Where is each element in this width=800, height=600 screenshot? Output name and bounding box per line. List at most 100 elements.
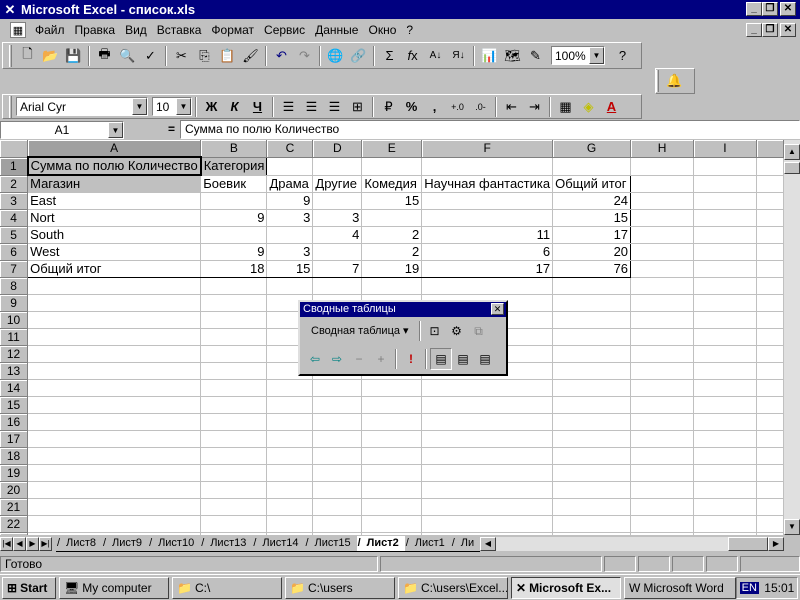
cell[interactable] xyxy=(200,345,268,363)
cell[interactable] xyxy=(756,294,784,312)
taskbar-item[interactable]: 📁 C:\users xyxy=(285,576,395,599)
cell[interactable] xyxy=(200,226,268,244)
cell[interactable] xyxy=(552,396,632,414)
merge-center-icon[interactable]: ⊞ xyxy=(346,96,369,118)
cell[interactable] xyxy=(552,413,632,431)
cell[interactable] xyxy=(630,498,695,516)
cell[interactable] xyxy=(693,362,757,380)
row-header[interactable]: 5 xyxy=(0,226,29,244)
cell[interactable]: 3 xyxy=(266,209,314,227)
cell[interactable] xyxy=(266,515,314,533)
doc-close-button[interactable]: ✕ xyxy=(780,23,796,37)
menu-insert[interactable]: Вставка xyxy=(152,23,207,37)
zoom-select[interactable]: 100% ▼ xyxy=(551,46,605,65)
cell[interactable] xyxy=(630,515,695,533)
cell[interactable] xyxy=(312,430,363,448)
row-header[interactable]: 1 xyxy=(0,157,29,176)
cell[interactable] xyxy=(552,345,632,363)
row-header[interactable]: 16 xyxy=(0,413,29,431)
cell[interactable]: 18 xyxy=(200,260,268,278)
cell[interactable] xyxy=(756,498,784,516)
sheet-tab[interactable]: Лист15 xyxy=(304,536,357,552)
cell[interactable] xyxy=(361,464,423,482)
cell[interactable] xyxy=(552,430,632,448)
cell[interactable] xyxy=(421,430,554,448)
cell[interactable] xyxy=(200,464,268,482)
cell[interactable] xyxy=(630,243,695,261)
cell[interactable] xyxy=(361,277,423,295)
pivot-wizard-icon[interactable]: ⊡ xyxy=(424,320,446,342)
cell[interactable]: Магазин xyxy=(27,174,202,193)
cell[interactable] xyxy=(630,209,695,227)
column-header[interactable]: E xyxy=(361,140,423,158)
percent-button[interactable]: % xyxy=(400,96,423,118)
cell[interactable] xyxy=(266,277,314,295)
spelling-icon[interactable]: ✓ xyxy=(139,45,162,67)
font-select[interactable]: Arial Cyr ▼ xyxy=(16,97,148,116)
cell[interactable] xyxy=(421,157,554,176)
cell[interactable] xyxy=(630,328,695,346)
cell[interactable] xyxy=(756,345,784,363)
paste-icon[interactable]: 📋 xyxy=(216,45,239,67)
hyperlink-icon[interactable]: 🔗 xyxy=(347,45,370,67)
decrease-indent-icon[interactable]: ⇤ xyxy=(500,96,523,118)
column-header[interactable]: C xyxy=(266,140,314,158)
cell[interactable] xyxy=(693,464,757,482)
cell[interactable] xyxy=(361,379,423,397)
bell-icon[interactable]: 🔔 xyxy=(663,70,686,92)
next-sheet-icon[interactable]: ▶ xyxy=(26,537,39,551)
cell[interactable] xyxy=(756,362,784,380)
scroll-down-icon[interactable]: ▼ xyxy=(784,519,800,535)
cell[interactable] xyxy=(630,430,695,448)
cell[interactable] xyxy=(27,464,202,482)
menu-tools[interactable]: Сервис xyxy=(259,23,310,37)
menu-data[interactable]: Данные xyxy=(310,23,363,37)
cell[interactable]: 11 xyxy=(421,226,554,244)
cell[interactable] xyxy=(27,379,202,397)
undo-icon[interactable]: ↶ xyxy=(270,45,293,67)
cell[interactable] xyxy=(756,481,784,499)
toolbar-grip[interactable] xyxy=(656,70,659,92)
cell[interactable] xyxy=(312,157,363,176)
cell[interactable] xyxy=(552,157,632,176)
column-header[interactable]: H xyxy=(630,140,695,158)
cell[interactable]: 3 xyxy=(312,209,363,227)
minimize-button[interactable]: _ xyxy=(746,2,762,16)
cell[interactable] xyxy=(361,481,423,499)
cell[interactable] xyxy=(361,413,423,431)
cell[interactable] xyxy=(266,157,314,176)
redo-icon[interactable]: ↷ xyxy=(293,45,316,67)
cell[interactable] xyxy=(756,447,784,465)
bold-button[interactable]: Ж xyxy=(200,96,223,118)
language-indicator[interactable]: EN xyxy=(739,582,759,594)
row-header[interactable]: 18 xyxy=(0,447,29,465)
cell[interactable] xyxy=(756,192,784,210)
sheet-tab[interactable]: Лист9 xyxy=(102,536,149,552)
cell[interactable]: 2 xyxy=(361,226,423,244)
cell[interactable] xyxy=(312,515,363,533)
row-header[interactable]: 11 xyxy=(0,328,29,346)
row-header[interactable]: 15 xyxy=(0,396,29,414)
cell[interactable] xyxy=(27,498,202,516)
cell[interactable] xyxy=(630,311,695,329)
cut-icon[interactable]: ✂ xyxy=(170,45,193,67)
cell[interactable] xyxy=(312,243,363,261)
cell[interactable] xyxy=(630,464,695,482)
select-label-data-icon[interactable]: ▤ xyxy=(474,348,496,370)
cell[interactable]: West xyxy=(27,243,202,261)
cell[interactable]: Nort xyxy=(27,209,202,227)
cell[interactable] xyxy=(630,192,695,210)
cell[interactable] xyxy=(693,192,757,210)
cell[interactable]: 19 xyxy=(361,260,423,278)
cell[interactable] xyxy=(756,311,784,329)
cell[interactable]: East xyxy=(27,192,202,210)
menu-window[interactable]: Окно xyxy=(363,23,401,37)
cell[interactable] xyxy=(27,396,202,414)
row-header[interactable]: 4 xyxy=(0,209,29,227)
cell[interactable] xyxy=(266,396,314,414)
toolbar-grip[interactable] xyxy=(9,44,12,67)
sheet-tab[interactable]: Лист8 xyxy=(56,536,103,552)
select-all-corner[interactable] xyxy=(0,140,29,158)
hscroll-thumb[interactable] xyxy=(728,537,768,551)
currency-icon[interactable]: ₽ xyxy=(377,96,400,118)
